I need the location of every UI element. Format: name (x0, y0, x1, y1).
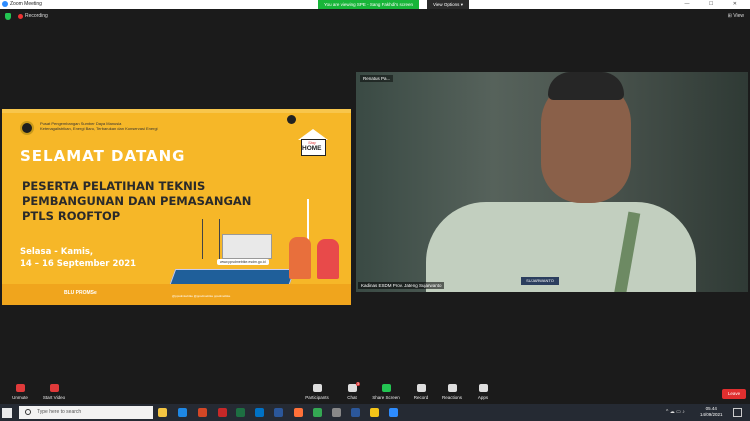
apps-label: Apps (477, 395, 489, 400)
slide-date: Selasa - Kamis, 14 – 16 September 2021 (20, 246, 136, 270)
window-title: Zoom Meeting (10, 1, 42, 7)
stay-home-icon: Stay HOME (298, 129, 329, 157)
store-icon[interactable] (178, 408, 187, 417)
windows-taskbar: Type here to search ^ ☁ ▭ ♪ 05.44 14/09/… (0, 404, 750, 421)
slide-url: www.ppsdmebtke.esdm.go.id (217, 259, 269, 265)
sun-icon (287, 115, 296, 124)
power-plant-illustration (222, 234, 272, 259)
boy-with-mask-illustration (289, 237, 311, 279)
esdm-logo-icon (20, 121, 34, 135)
home-label: HOME (302, 145, 322, 152)
start-video-label: Start Video (42, 395, 66, 400)
participants-label: Participants (305, 395, 329, 400)
apps-button[interactable]: Apps (463, 384, 503, 400)
recording-dot-icon (18, 14, 23, 19)
participants-icon (312, 384, 322, 392)
slide-socials: @ppsdmkebtke @ppsdmebtke ppsdmebtke (172, 294, 231, 298)
slide-title: SELAMAT DATANG (20, 147, 186, 165)
girl-with-mask-illustration (317, 239, 339, 279)
windows-start-icon[interactable] (2, 408, 12, 418)
recording-label: Recording (25, 13, 48, 19)
meeting-toolbar: Unmute Start Video Participants 3 Chat S… (0, 380, 750, 404)
microphone-muted-icon (15, 384, 25, 392)
speaker-body (426, 202, 696, 292)
outlook-icon[interactable] (255, 408, 264, 417)
taskbar-search[interactable]: Type here to search (19, 406, 153, 419)
slide-subtitle: PESERTA PELATIHAN TEKNIS PEMBANGUNAN DAN… (22, 179, 251, 224)
subtitle-line-2: PEMBANGUNAN DAN PEMASANGAN (22, 194, 252, 208)
video-off-icon (49, 384, 59, 392)
view-options-button[interactable]: View Options ▾ (427, 0, 469, 9)
start-video-button[interactable]: Start Video (34, 384, 74, 400)
date-line-1: Selasa - Kamis, (20, 247, 94, 257)
view-layout-label: View (733, 13, 744, 19)
taskbar-search-placeholder: Type here to search (37, 409, 82, 415)
record-icon (416, 384, 426, 392)
screen-share-banner: You are viewing SPE - Sang Fakhdi's scre… (318, 0, 419, 9)
speaker-name-tag: SUJARWANTO (521, 277, 559, 285)
date-line-2: 14 – 16 September 2021 (20, 259, 137, 269)
share-screen-button[interactable]: Share Screen (366, 384, 406, 400)
system-tray-icons[interactable]: ^ ☁ ▭ ♪ (666, 409, 685, 415)
window-controls[interactable]: — ☐ ✕ (685, 1, 746, 7)
subtitle-line-1: PESERTA PELATIHAN TEKNIS (22, 179, 206, 193)
firefox-icon[interactable] (294, 408, 303, 417)
powerpoint-icon[interactable] (198, 408, 207, 417)
chat-badge: 3 (356, 382, 360, 386)
view-options-label: View Options (433, 2, 460, 7)
blu-logo: BLU PROMSe (64, 290, 97, 296)
word-icon-2[interactable] (351, 408, 360, 417)
clock-date: 14/09/2021 (700, 412, 723, 417)
sticky-notes-icon[interactable] (370, 408, 379, 417)
share-screen-icon (381, 384, 391, 392)
file-explorer-icon[interactable] (158, 408, 167, 417)
word-icon[interactable] (274, 408, 283, 417)
app-icon[interactable] (332, 408, 341, 417)
taskbar-clock[interactable]: 05.44 14/09/2021 (700, 406, 723, 418)
notifications-icon[interactable] (733, 408, 742, 417)
view-layout-button[interactable]: ⊞ View (728, 13, 744, 19)
meeting-info-bar: Recording ⊞ View (0, 9, 750, 25)
speaker-hair (548, 72, 624, 100)
shared-slide[interactable]: Pusat Pengembangan Sumber Daya Manusia K… (2, 109, 351, 305)
video-participant-name: Kadinas ESDM Prov. Jateng Sujarwanto (358, 282, 445, 289)
org-line-2: Ketenagalistrikan, Energi Baru, Terbaruk… (40, 126, 158, 131)
participants-button[interactable]: Participants (297, 384, 337, 400)
video-top-label: Renatus Pa... (360, 75, 394, 82)
pdf-reader-icon[interactable] (218, 408, 227, 417)
chrome-icon[interactable] (313, 408, 322, 417)
excel-icon[interactable] (236, 408, 245, 417)
participant-video[interactable]: SUJARWANTO Renatus Pa... Kadinas ESDM Pr… (356, 72, 748, 292)
zoom-logo-icon (2, 1, 8, 7)
security-shield-icon[interactable] (5, 13, 11, 20)
slide-top-stripe (2, 109, 351, 113)
transmission-tower-illustration (202, 219, 220, 259)
share-screen-label: Share Screen (372, 395, 400, 400)
apps-icon (478, 384, 488, 392)
leave-button[interactable]: Leave (722, 389, 746, 399)
slide-organization: Pusat Pengembangan Sumber Daya Manusia K… (40, 121, 210, 131)
search-icon (25, 409, 31, 415)
zoom-taskbar-icon[interactable] (389, 408, 398, 417)
reactions-icon (447, 384, 457, 392)
chat-icon (347, 384, 357, 392)
